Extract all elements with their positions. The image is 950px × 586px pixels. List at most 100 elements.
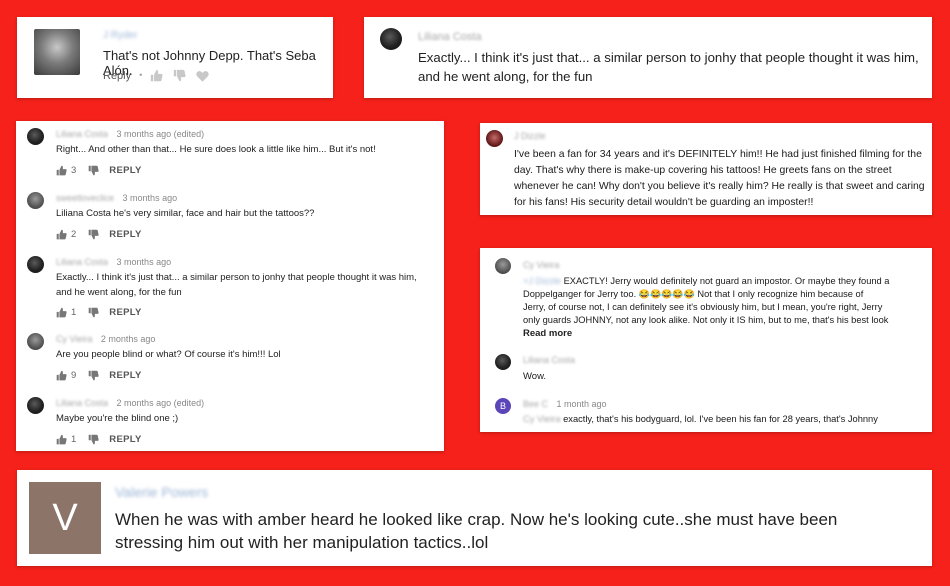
avatar[interactable] xyxy=(27,333,44,350)
thumbs-up-icon[interactable] xyxy=(56,307,67,318)
comment-header: Liliana Costa 3 months ago xyxy=(56,257,171,267)
avatar-letter: V xyxy=(52,497,78,539)
avatar[interactable] xyxy=(27,128,44,145)
thread-comment: Liliana Costa 3 months ago Exactly... I … xyxy=(16,251,444,327)
comment-actions: 1 REPLY xyxy=(56,434,142,445)
comment-text: Liliana Costa he's very similar, face an… xyxy=(56,208,315,219)
comment-text-line2: and he went along, for the fun xyxy=(56,287,182,298)
comment-actions: 1 REPLY xyxy=(56,307,142,318)
comment-author[interactable]: Liliana Costa xyxy=(56,129,108,139)
comment-text-line2: and he went along, for the fun xyxy=(418,69,593,84)
reply-button[interactable]: REPLY xyxy=(109,434,141,445)
comment-text-line1: When he was with amber heard he looked l… xyxy=(115,510,838,529)
comment-text-line1: I've been a fan for 34 years and it's DE… xyxy=(514,149,922,160)
comment-text-line1: +J Dizzle EXACTLY! Jerry would definitel… xyxy=(523,275,889,288)
read-more-link[interactable]: Read more xyxy=(523,328,572,339)
avatar[interactable] xyxy=(27,256,44,273)
thumbs-down-icon[interactable] xyxy=(173,69,186,82)
comment-text-line4: only guards JOHNNY, not any look alike. … xyxy=(523,315,889,325)
avatar-letter: B xyxy=(499,401,506,411)
comment-author[interactable]: Liliana Costa xyxy=(56,257,108,267)
thread-comment: Cy Vieira 2 months ago Are you people bl… xyxy=(16,329,444,391)
thumbs-down-icon[interactable] xyxy=(88,165,99,176)
comment-time[interactable]: 3 months ago xyxy=(123,193,178,203)
comment-author[interactable]: Liliana Costa xyxy=(523,355,575,365)
comment-author[interactable]: sweetloveclice xyxy=(56,193,114,203)
comment-header: Cy Vieira 2 months ago xyxy=(56,334,155,344)
comment-author[interactable]: Cy Vieira xyxy=(523,260,559,270)
comment-text-line2: day. That's why there is make-up coverin… xyxy=(514,165,892,176)
comment-author[interactable]: J Dizzle xyxy=(514,131,546,141)
comment-author[interactable]: Liliana Costa xyxy=(418,31,482,43)
comment-text: Maybe you're the blind one ;) xyxy=(56,413,179,424)
comment-author[interactable]: J Ryder xyxy=(103,30,137,41)
like-count: 9 xyxy=(71,370,77,381)
comment-text-line: Cy Vieira exactly, that's his bodyguard,… xyxy=(523,414,878,424)
comment-actions: 3 REPLY xyxy=(56,165,142,176)
like-count: 1 xyxy=(71,307,77,318)
comment-text-line2: stressing him out with her manipulation … xyxy=(115,533,489,552)
thumbs-up-icon[interactable] xyxy=(150,69,163,82)
heart-icon[interactable] xyxy=(196,70,210,82)
reply-button[interactable]: REPLY xyxy=(109,370,141,381)
comment-text-line4: for his fans! His security detail wouldn… xyxy=(514,197,814,208)
thumbs-down-icon[interactable] xyxy=(88,434,99,445)
avatar[interactable] xyxy=(495,354,511,370)
comment-header: Liliana Costa 2 months ago (edited) xyxy=(56,398,204,408)
mention-link[interactable]: Cy Vieira xyxy=(523,414,561,424)
thumbs-down-icon[interactable] xyxy=(88,307,99,318)
comment-thread-card: Liliana Costa 3 months ago (edited) Righ… xyxy=(16,121,444,451)
thumbs-down-icon[interactable] xyxy=(88,370,99,381)
avatar[interactable] xyxy=(380,28,402,50)
comment-card-johnny: J Ryder That's not Johnny Depp. That's S… xyxy=(17,17,333,98)
comment-time[interactable]: 2 months ago (edited) xyxy=(117,398,205,408)
avatar[interactable]: V xyxy=(29,482,101,554)
comment-author[interactable]: Cy Vieira xyxy=(56,334,92,344)
separator-dot: • xyxy=(139,70,143,81)
comment-actions: 9 REPLY xyxy=(56,370,142,381)
comment-time[interactable]: 2 months ago xyxy=(101,334,156,344)
comment-text: Right... And other than that... He sure … xyxy=(56,144,376,155)
mention-link[interactable]: +J Dizzle xyxy=(523,276,561,286)
avatar[interactable] xyxy=(34,29,80,75)
avatar[interactable] xyxy=(495,258,511,274)
comment-header: Liliana Costa 3 months ago (edited) xyxy=(56,129,204,139)
like-count: 1 xyxy=(71,434,77,445)
comment-author[interactable]: Bee C xyxy=(523,399,548,409)
thumbs-up-icon[interactable] xyxy=(56,229,67,240)
comment-time[interactable]: 3 months ago (edited) xyxy=(117,129,205,139)
comment-card-fan: J Dizzle I've been a fan for 34 years an… xyxy=(480,123,932,215)
comment-time[interactable]: 1 month ago xyxy=(557,399,607,409)
thumbs-up-icon[interactable] xyxy=(56,370,67,381)
comment-text-line1: Exactly... I think it's just that... a s… xyxy=(56,272,417,283)
reply-button[interactable]: REPLY xyxy=(109,165,141,176)
emoji-laughing: 😂😂😂😂😂 xyxy=(638,289,695,299)
comment-text: exactly, that's his bodyguard, lol. I've… xyxy=(563,414,878,424)
thread-comment: sweetloveclice 3 months ago Liliana Cost… xyxy=(16,187,444,249)
comment-text-line1: Exactly... I think it's just that... a s… xyxy=(418,50,919,65)
comment-actions: Reply • xyxy=(103,69,210,82)
avatar[interactable] xyxy=(486,130,503,147)
avatar[interactable] xyxy=(27,397,44,414)
comment-actions: 2 REPLY xyxy=(56,229,142,240)
thread-comment: Liliana Costa 2 months ago (edited) Mayb… xyxy=(16,393,444,451)
comment-text: Doppelganger for Jerry too. xyxy=(523,289,637,299)
avatar[interactable]: B xyxy=(495,398,511,414)
reply-button[interactable]: REPLY xyxy=(109,229,141,240)
thumbs-up-icon[interactable] xyxy=(56,165,67,176)
reply-button[interactable]: REPLY xyxy=(109,307,141,318)
thumbs-up-icon[interactable] xyxy=(56,434,67,445)
comment-card-amber: V Valerie Powers When he was with amber … xyxy=(17,470,932,566)
reply-link[interactable]: Reply xyxy=(103,70,131,82)
thread-comment: Liliana Costa 3 months ago (edited) Righ… xyxy=(16,121,444,183)
like-count: 3 xyxy=(71,165,77,176)
comment-author[interactable]: Liliana Costa xyxy=(56,398,108,408)
thumbs-down-icon[interactable] xyxy=(88,229,99,240)
comment-text-line3: Jerry, of course not, I can definitely s… xyxy=(523,302,883,312)
comment-header: Bee C 1 month ago xyxy=(523,399,607,409)
avatar[interactable] xyxy=(27,192,44,209)
comment-author[interactable]: Valerie Powers xyxy=(115,484,208,500)
comment-text: EXACTLY! Jerry would definitely not guar… xyxy=(563,276,890,286)
comment-text: Not that I only recognize him because of xyxy=(697,289,864,299)
comment-time[interactable]: 3 months ago xyxy=(117,257,172,267)
